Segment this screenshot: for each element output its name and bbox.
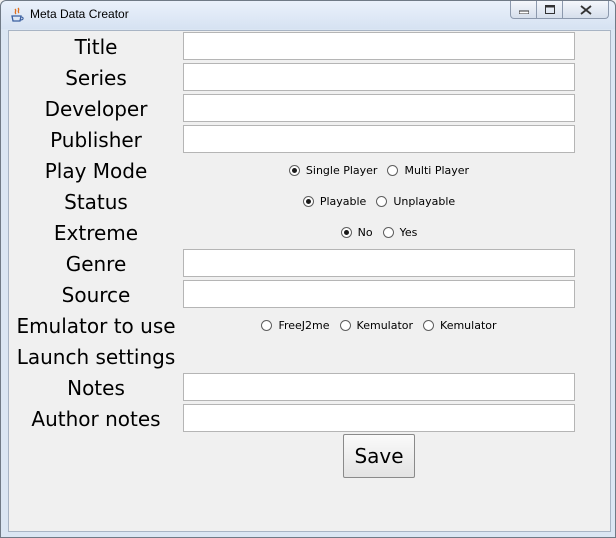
extreme-label: Extreme [53, 220, 139, 245]
multi-player-radio[interactable]: Multi Player [387, 164, 469, 177]
play-mode-radio-group: Single Player Multi Player [183, 155, 575, 186]
source-field[interactable] [183, 280, 575, 308]
unplayable-radio[interactable]: Unplayable [376, 195, 455, 208]
radio-button-icon [261, 320, 273, 331]
genre-field[interactable] [183, 249, 575, 277]
series-label: Series [65, 65, 127, 90]
freej2me-radio[interactable]: FreeJ2me [261, 319, 330, 332]
publisher-field[interactable] [183, 125, 575, 153]
radio-label: Multi Player [404, 164, 470, 177]
save-button[interactable]: Save [343, 434, 415, 478]
radio-button-icon [339, 320, 351, 331]
source-label: Source [61, 282, 131, 307]
radio-label: Playable [319, 195, 367, 208]
single-player-radio[interactable]: Single Player [288, 164, 378, 177]
emulator-radio-group: FreeJ2me Kemulator Kemulator [183, 310, 575, 341]
window-title: Meta Data Creator [30, 7, 129, 21]
radio-label: Kemulator [356, 319, 414, 332]
author-notes-field[interactable] [183, 404, 575, 432]
emulator-label: Emulator to use [16, 313, 176, 338]
title-bar[interactable]: Meta Data Creator [1, 1, 615, 29]
notes-field[interactable] [183, 373, 575, 401]
maximize-icon [544, 5, 555, 14]
close-icon [579, 4, 592, 15]
radio-button-icon [288, 165, 300, 176]
row-series: Series [9, 62, 610, 93]
radio-label: FreeJ2me [278, 319, 330, 332]
developer-label: Developer [44, 96, 148, 121]
publisher-label: Publisher [50, 127, 142, 152]
notes-label: Notes [67, 375, 125, 400]
radio-label: Single Player [305, 164, 378, 177]
java-icon [11, 7, 24, 22]
row-developer: Developer [9, 93, 610, 124]
radio-button-icon [423, 320, 435, 331]
radio-label: Unplayable [393, 195, 456, 208]
radio-button-icon [376, 196, 388, 207]
close-button[interactable] [563, 1, 609, 19]
minimize-button[interactable] [510, 1, 537, 19]
status-radio-group: Playable Unplayable [183, 186, 575, 217]
radio-button-icon [387, 165, 399, 176]
extreme-yes-radio[interactable]: Yes [382, 226, 418, 239]
radio-label: Kemulator [440, 319, 497, 332]
row-source: Source [9, 279, 610, 310]
row-launch-settings: Launch settings [9, 341, 610, 372]
row-author-notes: Author notes [9, 403, 610, 434]
app-window: Meta Data Creator Title Series Developer [0, 0, 616, 538]
developer-field[interactable] [183, 94, 575, 122]
minimize-icon [518, 10, 529, 14]
radio-label: Yes [399, 226, 418, 239]
radio-label: No [357, 226, 373, 239]
launch-settings-label: Launch settings [16, 344, 176, 369]
extreme-no-radio[interactable]: No [340, 226, 373, 239]
row-status: Status Playable Unplayable [9, 186, 610, 217]
row-title: Title [9, 31, 610, 62]
form-panel: Title Series Developer Publisher Play Mo… [8, 30, 611, 532]
radio-button-icon [382, 227, 394, 238]
row-play-mode: Play Mode Single Player Multi Player [9, 155, 610, 186]
title-label: Title [74, 34, 118, 59]
row-extreme: Extreme No Yes [9, 217, 610, 248]
author-notes-label: Author notes [31, 406, 161, 431]
kemulator-radio[interactable]: Kemulator [339, 319, 414, 332]
maximize-button[interactable] [537, 1, 563, 19]
genre-label: Genre [65, 251, 127, 276]
status-label: Status [64, 189, 128, 214]
row-emulator: Emulator to use FreeJ2me Kemulator Kemul… [9, 310, 610, 341]
series-field[interactable] [183, 63, 575, 91]
radio-button-icon [340, 227, 352, 238]
extreme-radio-group: No Yes [183, 217, 575, 248]
radio-button-icon [302, 196, 314, 207]
row-notes: Notes [9, 372, 610, 403]
playable-radio[interactable]: Playable [302, 195, 367, 208]
play-mode-label: Play Mode [44, 158, 148, 183]
row-genre: Genre [9, 248, 610, 279]
row-publisher: Publisher [9, 124, 610, 155]
kemulator-radio-2[interactable]: Kemulator [423, 319, 497, 332]
title-field[interactable] [183, 32, 575, 60]
